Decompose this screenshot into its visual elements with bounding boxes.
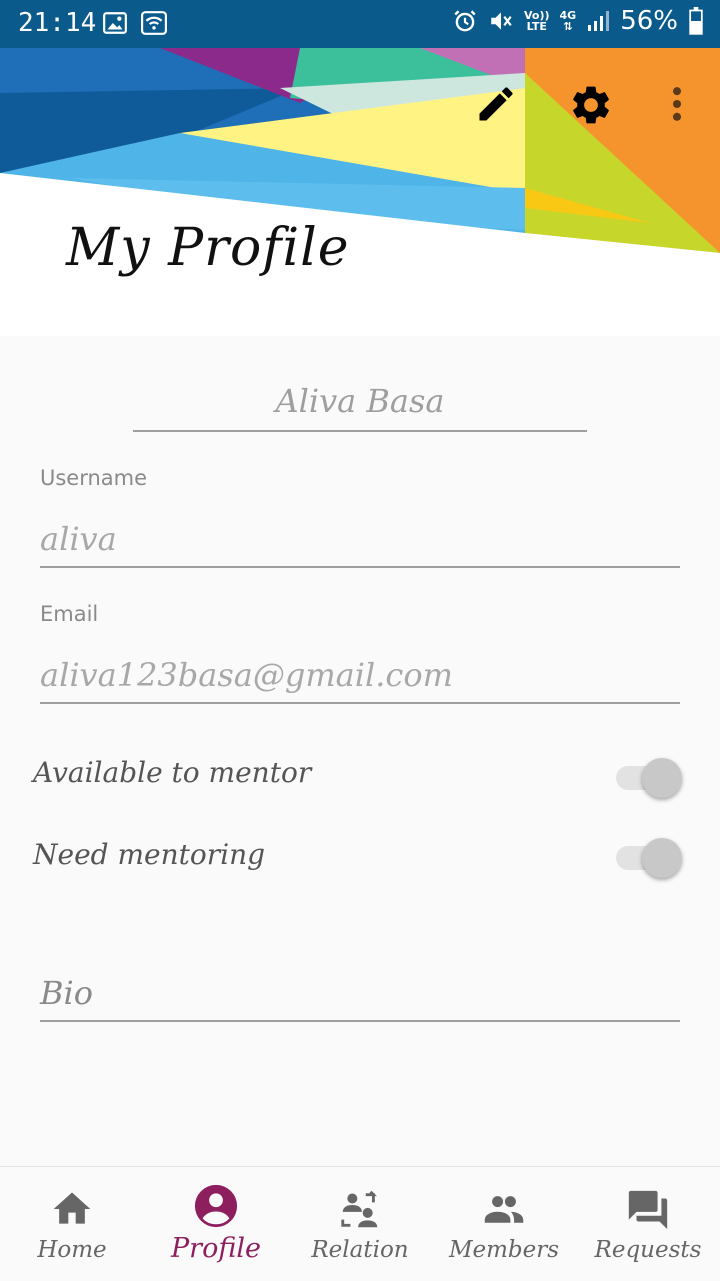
switch-thumb bbox=[642, 758, 682, 798]
page-title: My Profile bbox=[66, 218, 350, 278]
nav-item-home[interactable]: Home bbox=[0, 1167, 144, 1281]
nav-item-requests[interactable]: Requests bbox=[576, 1167, 720, 1281]
email-input[interactable]: aliva123basa@gmail.com bbox=[40, 648, 680, 704]
full-name-input[interactable]: Aliva Basa bbox=[133, 372, 587, 432]
bio-input[interactable]: Bio bbox=[40, 966, 680, 1022]
settings-button[interactable] bbox=[568, 82, 614, 132]
nav-label-profile: Profile bbox=[171, 1233, 261, 1264]
mute-icon bbox=[491, 12, 512, 30]
volte-indicator: Vo)) LTE bbox=[523, 9, 550, 33]
status-bar: 21:14 Vo)) LTE 4G ⇅ 56% bbox=[0, 0, 720, 48]
need-mentoring-label: Need mentoring bbox=[33, 838, 266, 871]
switch-thumb bbox=[642, 838, 682, 878]
username-input[interactable]: aliva bbox=[40, 512, 680, 568]
people-icon bbox=[484, 1196, 524, 1223]
signal-icon bbox=[588, 11, 610, 31]
need-mentoring-switch[interactable] bbox=[616, 836, 682, 880]
nav-label-home: Home bbox=[37, 1237, 107, 1263]
available-to-mentor-switch[interactable] bbox=[616, 756, 682, 800]
bottom-navigation: Home Profile Relation Members Requests bbox=[0, 1166, 720, 1281]
network-type-indicator: 4G ⇅ bbox=[559, 9, 577, 33]
more-options-button[interactable] bbox=[660, 82, 694, 130]
edit-button[interactable] bbox=[474, 82, 518, 130]
available-to-mentor-label: Available to mentor bbox=[33, 756, 312, 789]
nav-label-members: Members bbox=[448, 1237, 560, 1263]
battery-percent: 56% bbox=[620, 6, 678, 36]
alarm-icon bbox=[454, 10, 476, 32]
nav-label-requests: Requests bbox=[594, 1237, 702, 1263]
nav-item-relation[interactable]: Relation bbox=[288, 1167, 432, 1281]
image-icon bbox=[103, 12, 127, 34]
more-vert-icon bbox=[672, 87, 682, 121]
forum-icon bbox=[628, 1190, 668, 1230]
home-icon bbox=[53, 1192, 91, 1224]
username-label: Username bbox=[40, 466, 148, 490]
wifi-icon bbox=[141, 11, 167, 35]
status-time: 21:14 bbox=[18, 8, 97, 38]
gear-icon bbox=[573, 86, 609, 124]
email-label: Email bbox=[40, 602, 99, 626]
nav-label-relation: Relation bbox=[311, 1237, 409, 1263]
account-circle-icon bbox=[194, 1184, 238, 1228]
nav-item-profile[interactable]: Profile bbox=[144, 1167, 288, 1281]
edit-icon bbox=[479, 87, 513, 121]
battery-icon bbox=[689, 7, 703, 35]
profile-header: My Profile bbox=[0, 48, 720, 336]
relation-icon bbox=[341, 1190, 378, 1228]
nav-item-members[interactable]: Members bbox=[432, 1167, 576, 1281]
